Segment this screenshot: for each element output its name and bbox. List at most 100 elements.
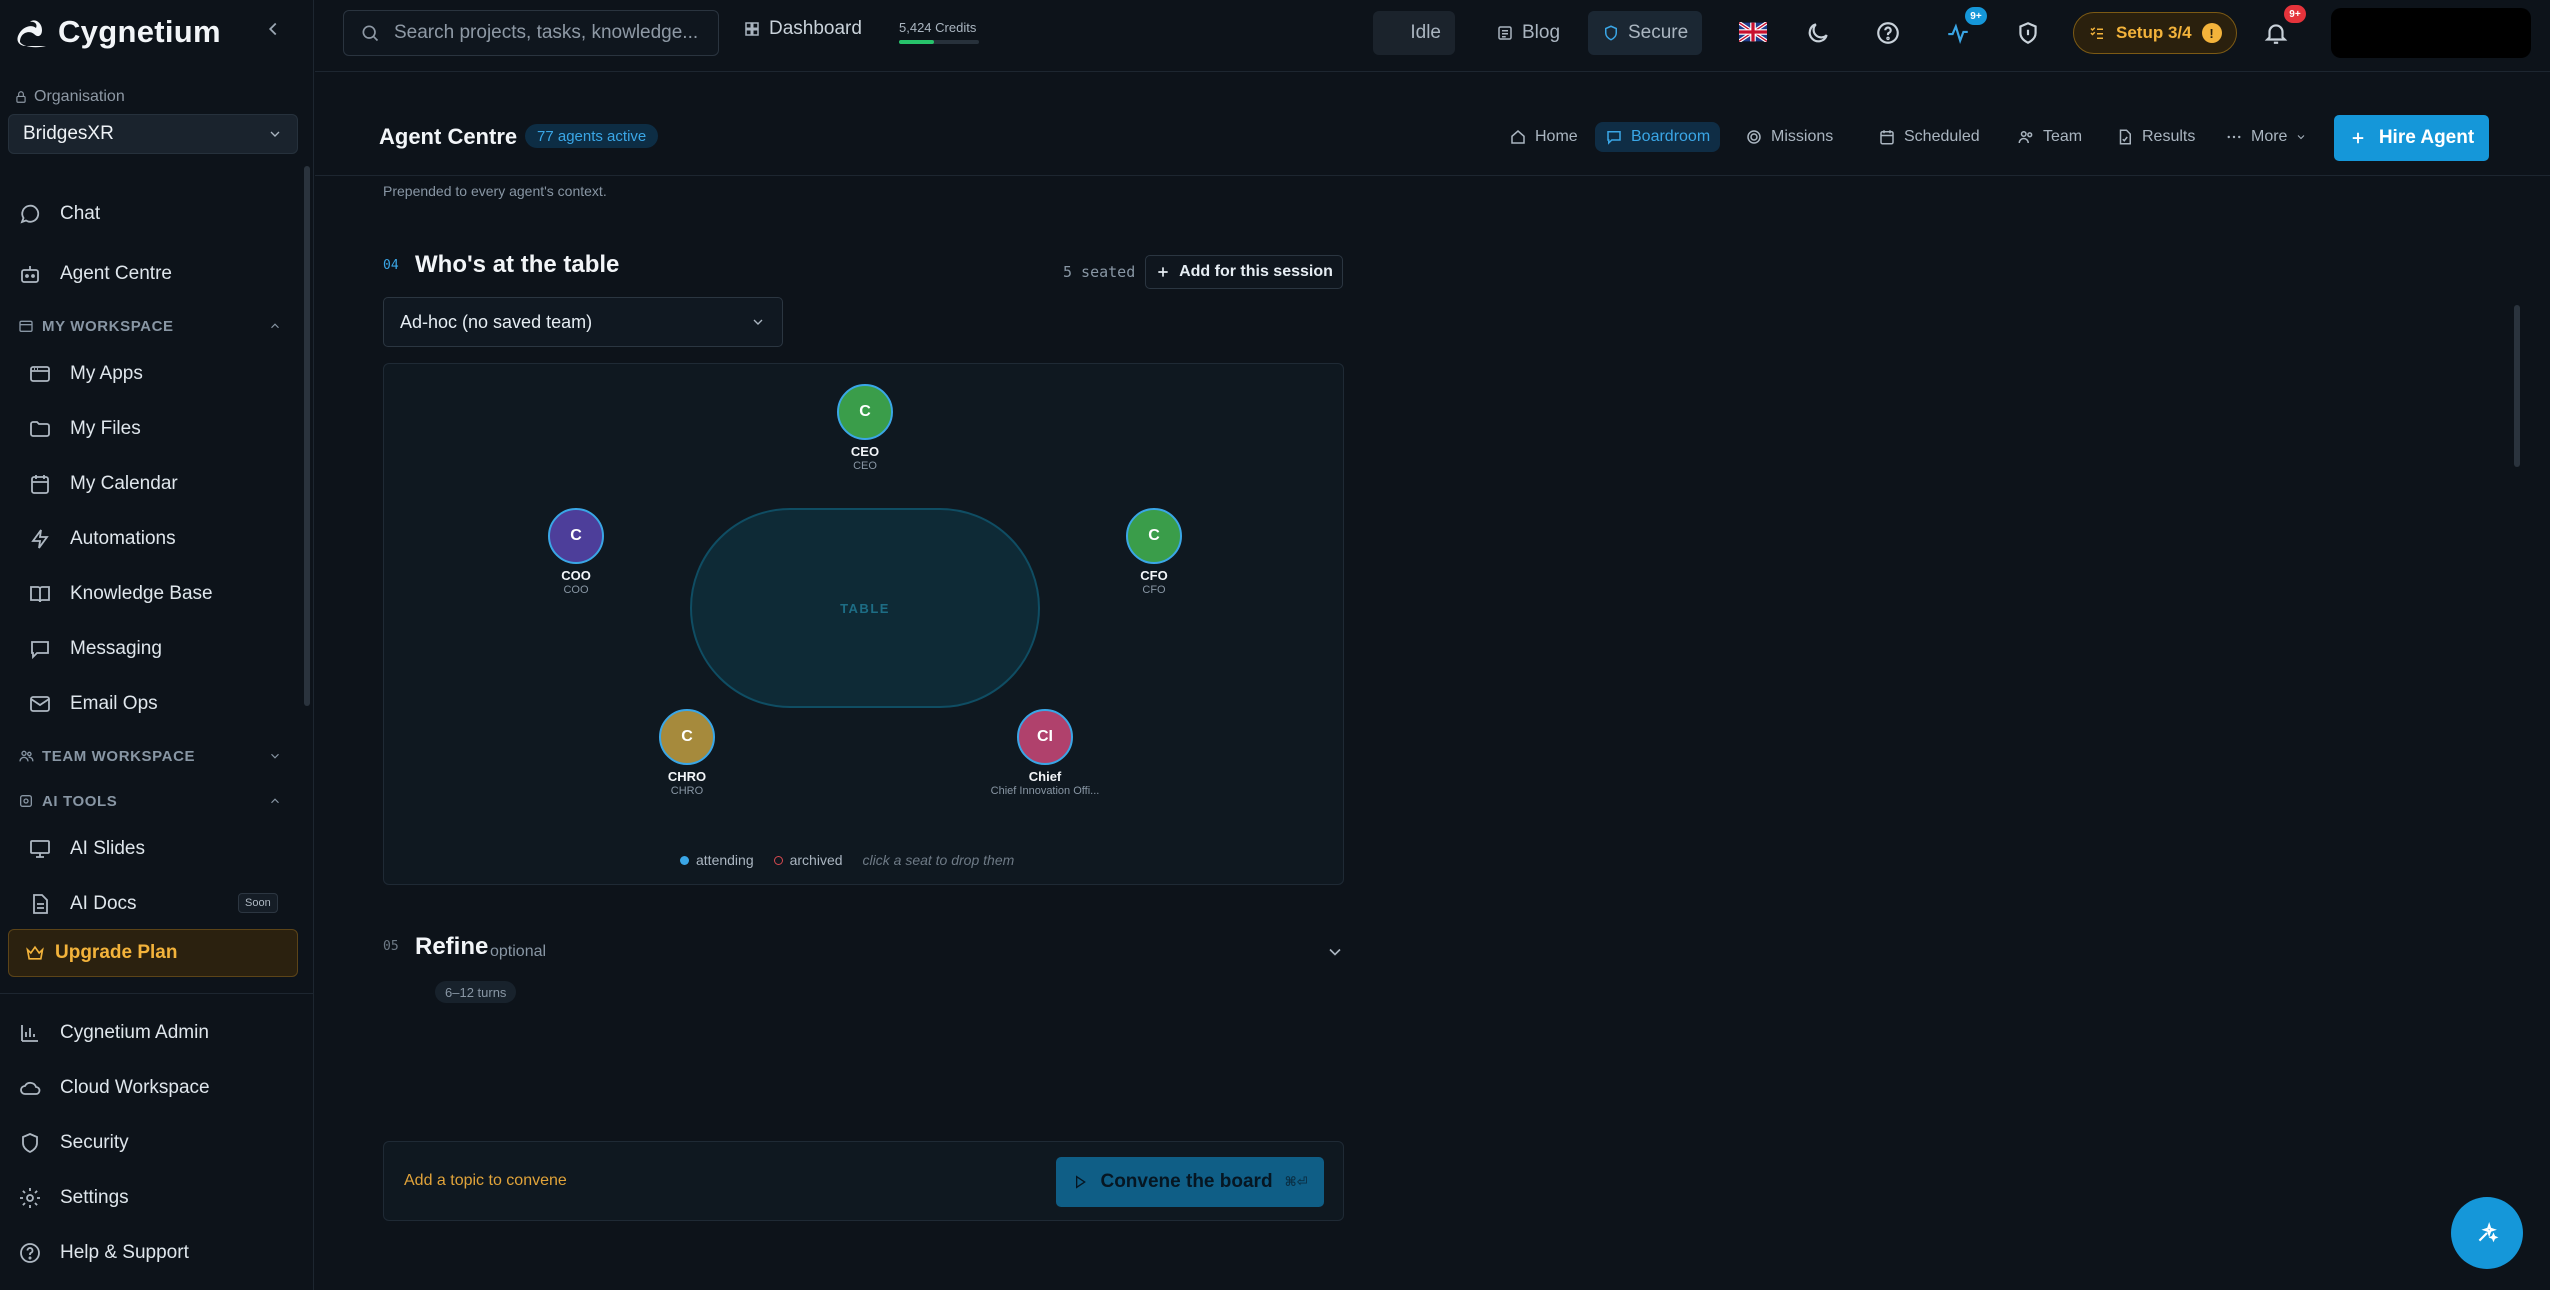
sidebar-item-label: Settings <box>60 1187 129 1208</box>
shield-icon <box>22 1133 38 1154</box>
help-icon[interactable] <box>1875 20 1901 46</box>
newspaper-icon <box>1498 26 1512 40</box>
tab-results[interactable]: Results <box>2106 122 2205 152</box>
chevron-up-icon <box>271 323 279 329</box>
shield-check-icon[interactable] <box>2015 20 2041 46</box>
upgrade-plan-button[interactable]: Upgrade Plan <box>8 929 298 977</box>
secure-label: Secure <box>1628 22 1689 43</box>
sidebar-item-ai-slides[interactable]: AI Slides <box>28 831 145 867</box>
tab-missions[interactable]: Missions <box>1735 122 1843 152</box>
folder-icon <box>30 421 50 437</box>
secure-button[interactable]: Secure <box>1588 11 1703 55</box>
team-select[interactable]: Ad-hoc (no saved team) <box>383 297 783 347</box>
hire-agent-button[interactable]: Hire Agent <box>2334 115 2489 161</box>
tab-home[interactable]: Home <box>1499 122 1588 152</box>
main-scrollbar[interactable] <box>2514 305 2520 467</box>
sidebar-item-label: AI Docs <box>70 893 137 914</box>
chart-icon <box>21 1025 38 1042</box>
sidebar-item-settings[interactable]: Settings <box>18 1180 129 1216</box>
moon-icon[interactable] <box>1805 20 1831 46</box>
section-title[interactable]: Refine <box>415 933 488 961</box>
search-input[interactable]: Search projects, tasks, knowledge... <box>343 10 719 56</box>
sidebar-item-email-ops[interactable]: Email Ops <box>28 686 158 722</box>
seat-chief-innovation[interactable]: CI Chief Chief Innovation Offi... <box>975 709 1115 797</box>
add-for-session-button[interactable]: Add for this session <box>1145 255 1343 289</box>
bell-icon[interactable] <box>2263 20 2289 46</box>
sidebar-item-chat[interactable]: Chat <box>18 196 100 232</box>
team-select-value: Ad-hoc (no saved team) <box>400 311 593 332</box>
avatar-initials: CI <box>1037 728 1053 745</box>
target-icon <box>1747 130 1761 144</box>
avatar-initials: C <box>1148 527 1160 544</box>
tab-label: Scheduled <box>1904 128 1980 145</box>
sidebar-item-label: Agent Centre <box>60 263 172 284</box>
blog-button[interactable]: Blog <box>1482 11 1574 55</box>
sidebar-scrollbar[interactable] <box>304 166 310 706</box>
sidebar-item-cloud-workspace[interactable]: Cloud Workspace <box>18 1070 210 1106</box>
ai-assistant-button[interactable] <box>2451 1197 2523 1269</box>
sidebar: Cygnetium Organisation BridgesXR Chat Ag… <box>0 0 314 1290</box>
org-label-text: Organisation <box>34 88 125 105</box>
seat-name: CEO <box>850 444 880 459</box>
org-label: Organisation <box>14 88 125 106</box>
chevron-down-icon[interactable] <box>1325 942 1345 962</box>
org-select[interactable]: BridgesXR <box>8 114 298 154</box>
seat-ceo[interactable]: C CEO CEO <box>795 384 935 472</box>
sidebar-item-label: Automations <box>70 528 176 549</box>
legend-label: archived <box>789 852 843 868</box>
swan-logo-icon <box>17 20 46 48</box>
tab-boardroom[interactable]: Boardroom <box>1595 122 1721 152</box>
lock-icon <box>16 91 26 103</box>
tab-scheduled[interactable]: Scheduled <box>1868 122 1990 152</box>
collapse-sidebar-icon[interactable] <box>262 18 284 40</box>
dashboard-link[interactable]: Dashboard <box>743 18 862 40</box>
sidebar-item-agent-centre[interactable]: Agent Centre <box>18 256 172 292</box>
boardroom-content: Prepended to every agent's context. 04 W… <box>315 177 2550 1290</box>
sidebar-item-security[interactable]: Security <box>18 1125 129 1161</box>
seat-cfo[interactable]: C CFO CFO <box>1084 508 1224 596</box>
legend-attending: attending <box>680 852 754 868</box>
chevron-down-icon <box>271 753 279 759</box>
sidebar-item-knowledge-base[interactable]: Knowledge Base <box>28 576 213 612</box>
seat-role: Chief Innovation Offi... <box>990 785 1100 797</box>
section-title: TEAM WORKSPACE <box>42 747 196 765</box>
seated-count: 5 seated <box>1063 263 1136 281</box>
seat-coo[interactable]: C COO COO <box>506 508 646 596</box>
legend-hint: click a seat to drop them <box>862 852 1015 868</box>
cygnetium-logo[interactable]: Cygnetium <box>12 10 221 54</box>
tab-team[interactable]: Team <box>2007 122 2092 152</box>
section-team-workspace[interactable]: TEAM WORKSPACE <box>18 744 282 768</box>
sidebar-item-messaging[interactable]: Messaging <box>28 631 162 667</box>
sidebar-item-help-support[interactable]: Help & Support <box>18 1235 189 1271</box>
help-icon <box>20 1243 40 1263</box>
idle-status-button[interactable]: Idle <box>1373 11 1455 55</box>
sidebar-item-label: Cygnetium Admin <box>60 1022 209 1043</box>
sidebar-item-automations[interactable]: Automations <box>28 521 176 557</box>
convene-board-button[interactable]: Convene the board ⌘⏎ <box>1056 1157 1324 1207</box>
topbar: Search projects, tasks, knowledge... Das… <box>315 0 2550 72</box>
activity-icon[interactable] <box>1945 20 1971 46</box>
sidebar-item-label: Email Ops <box>70 693 158 714</box>
page-header: Agent Centre 77 agents active Home Board… <box>315 72 2550 176</box>
seat-name: CFO <box>1140 568 1168 583</box>
sidebar-item-my-apps[interactable]: My Apps <box>28 356 143 392</box>
sidebar-item-my-files[interactable]: My Files <box>28 411 141 447</box>
book-icon <box>30 586 50 603</box>
tab-more[interactable]: More <box>2215 122 2317 152</box>
sidebar-item-my-calendar[interactable]: My Calendar <box>28 466 178 502</box>
setup-progress-button[interactable]: Setup 3/4 ! <box>2073 12 2237 54</box>
uk-flag-icon[interactable] <box>1739 22 1767 42</box>
calendar-icon <box>1880 130 1894 145</box>
seat-chro[interactable]: C CHRO CHRO <box>617 709 757 797</box>
tab-label: Team <box>2043 128 2083 145</box>
section-ai-tools[interactable]: AI TOOLS <box>18 789 282 813</box>
turns-badge: 6–12 turns <box>435 981 517 1003</box>
agents-active-badge: 77 agents active <box>525 124 659 148</box>
topic-input[interactable]: Add a topic to convene <box>404 1172 567 1190</box>
section-my-workspace[interactable]: MY WORKSPACE <box>18 314 282 338</box>
sidebar-item-ai-docs[interactable]: AI Docs <box>28 886 137 922</box>
sidebar-item-cygnetium-admin[interactable]: Cygnetium Admin <box>18 1015 209 1051</box>
convene-label: Convene the board <box>1100 1171 1273 1192</box>
avatar-initials: C <box>570 527 582 544</box>
user-menu[interactable] <box>2331 8 2531 58</box>
